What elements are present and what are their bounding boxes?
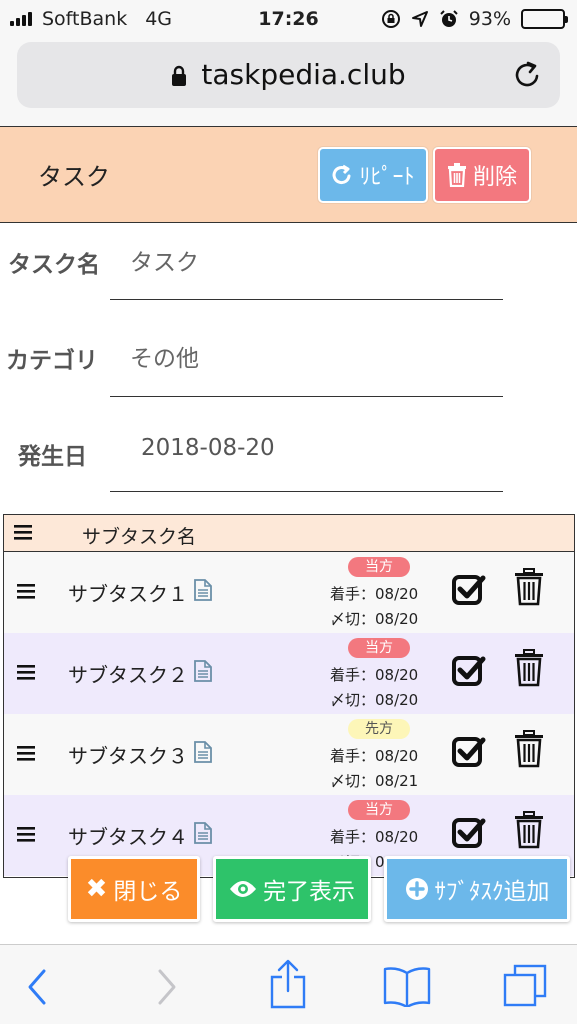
task-name-underline <box>110 299 503 300</box>
refresh-icon <box>333 164 351 185</box>
trash-icon[interactable] <box>514 649 544 687</box>
drag-handle-icon[interactable] <box>17 583 35 599</box>
document-icon[interactable] <box>194 660 212 682</box>
alarm-icon <box>440 10 458 27</box>
add-subtask-label: ｻﾌﾞﾀｽｸ追加 <box>434 879 550 905</box>
complete-checkbox-icon[interactable] <box>452 653 486 687</box>
category-field[interactable]: その他 <box>130 339 199 373</box>
category-row: カテゴリ その他 <box>0 321 577 419</box>
drag-handle-icon[interactable] <box>17 745 35 761</box>
trash-icon[interactable] <box>514 730 544 768</box>
tabs-icon[interactable] <box>502 963 548 1007</box>
category-label: カテゴリ <box>6 348 98 374</box>
trash-icon[interactable] <box>514 568 544 606</box>
complete-checkbox-icon[interactable] <box>452 815 486 849</box>
repeat-label: ﾘﾋﾟｰﾄ <box>359 165 415 190</box>
assignee-badge: 先方 <box>348 719 410 739</box>
due-date: 〆切：08/20 <box>330 610 419 628</box>
start-date: 着手：08/20 <box>330 747 419 765</box>
eye-icon <box>230 881 256 897</box>
task-title: タスク <box>38 163 110 191</box>
show-completed-label: 完了表示 <box>263 879 355 905</box>
start-date: 着手：08/20 <box>330 585 419 603</box>
subtask-name[interactable]: サブタスク１ <box>68 578 188 607</box>
date-underline <box>110 491 503 492</box>
reload-icon[interactable] <box>514 60 542 90</box>
trash-icon <box>447 163 466 187</box>
hamburger-icon <box>14 525 32 540</box>
due-date: 〆切：08/20 <box>330 691 419 709</box>
task-detail-panel: タスク ﾘﾋﾟｰﾄ 削除 タスク名 タスク カテゴリ その他 発生日 2018-… <box>0 126 577 944</box>
start-date: 着手：08/20 <box>330 666 419 684</box>
close-label: 閉じる <box>113 879 183 905</box>
subtask-row: サブタスク２ 当方 着手：08/20 〆切：08/20 <box>4 633 574 714</box>
drag-handle-icon[interactable] <box>17 664 35 680</box>
subtask-row: サブタスク１ 当方 着手：08/20 〆切：08/20 <box>4 552 574 633</box>
subtask-name[interactable]: サブタスク３ <box>68 740 188 769</box>
task-name-row: タスク名 タスク <box>0 223 577 321</box>
location-icon <box>411 11 428 27</box>
add-subtask-button[interactable]: ｻﾌﾞﾀｽｸ追加 <box>384 856 570 922</box>
task-header: タスク ﾘﾋﾟｰﾄ 削除 <box>0 127 577 223</box>
subtask-row: サブタスク３ 先方 着手：08/20 〆切：08/21 <box>4 714 574 795</box>
subtask-table-header: サブタスク名 <box>4 515 574 552</box>
date-label: 発生日 <box>18 444 87 470</box>
date-field[interactable]: 2018-08-20 <box>141 435 275 461</box>
browser-toolbar <box>0 944 577 1024</box>
battery-percent: 93% <box>468 8 511 30</box>
rotation-lock-icon <box>381 10 400 28</box>
back-icon[interactable] <box>26 967 50 1007</box>
show-completed-button[interactable]: 完了表示 <box>213 856 371 922</box>
close-icon: ✖ <box>85 874 108 904</box>
subtask-name-column: サブタスク名 <box>82 526 197 548</box>
task-name-field[interactable]: タスク <box>130 243 199 277</box>
date-row: 発生日 2018-08-20 <box>0 419 577 517</box>
url-text: taskpedia.club <box>201 58 406 91</box>
forward-icon[interactable] <box>154 967 178 1007</box>
close-button[interactable]: ✖ 閉じる <box>68 856 200 922</box>
subtask-name[interactable]: サブタスク４ <box>68 821 188 850</box>
document-icon[interactable] <box>194 822 212 844</box>
plus-circle-icon <box>405 878 428 900</box>
complete-checkbox-icon[interactable] <box>452 734 486 768</box>
drag-handle-icon[interactable] <box>17 826 35 842</box>
subtask-table: サブタスク名 サブタスク１ 当方 着手：08/20 〆切：08/20 サブタスク… <box>3 514 575 878</box>
lock-icon <box>172 65 187 86</box>
start-date: 着手：08/20 <box>330 828 419 846</box>
assignee-badge: 当方 <box>348 638 410 658</box>
bookmarks-icon[interactable] <box>383 965 431 1007</box>
task-name-label: タスク名 <box>8 252 100 278</box>
address-bar[interactable]: taskpedia.club <box>17 42 560 108</box>
status-bar: SoftBank 4G 17:26 93% <box>0 0 577 38</box>
share-icon[interactable] <box>268 959 308 1009</box>
due-date: 〆切：08/21 <box>330 772 419 790</box>
repeat-button[interactable]: ﾘﾋﾟｰﾄ <box>318 147 428 203</box>
delete-button[interactable]: 削除 <box>433 147 531 203</box>
assignee-badge: 当方 <box>348 557 410 577</box>
category-underline <box>110 396 503 397</box>
document-icon[interactable] <box>194 579 212 601</box>
battery-icon <box>521 9 568 29</box>
document-icon[interactable] <box>194 741 212 763</box>
delete-label: 削除 <box>472 165 517 190</box>
assignee-badge: 当方 <box>348 800 410 820</box>
trash-icon[interactable] <box>514 811 544 849</box>
subtask-name[interactable]: サブタスク２ <box>68 659 188 688</box>
complete-checkbox-icon[interactable] <box>452 572 486 606</box>
